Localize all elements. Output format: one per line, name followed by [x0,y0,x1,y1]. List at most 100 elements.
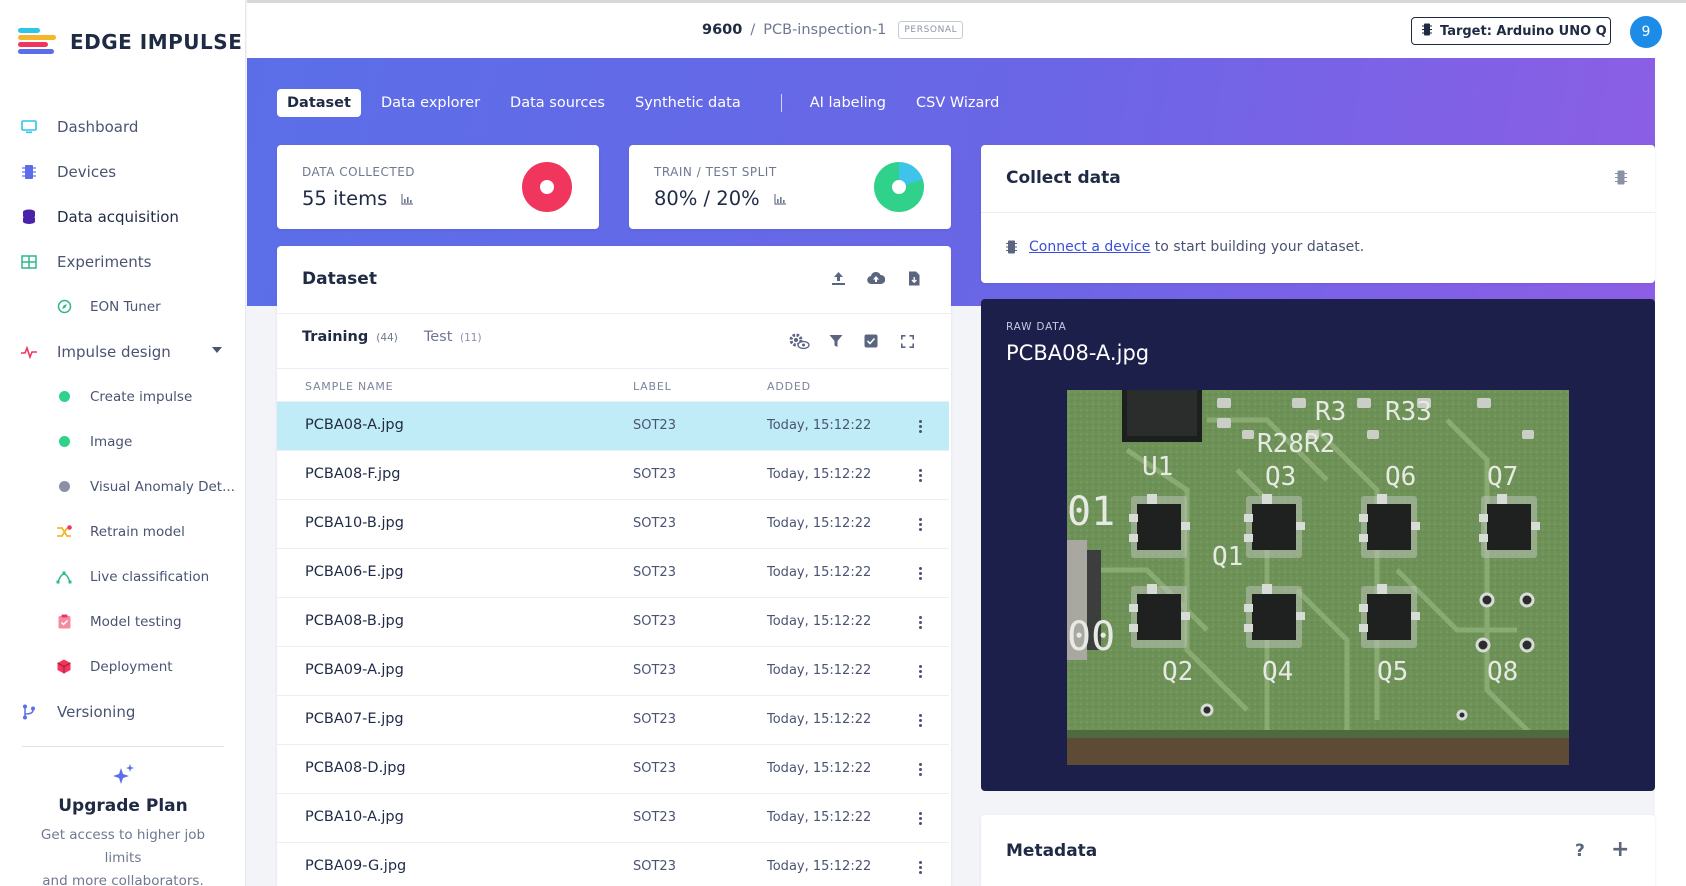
connect-device-link[interactable]: Connect a device [1029,239,1150,255]
project-name[interactable]: PCB-inspection-1 [763,22,886,38]
upload-icon[interactable] [828,268,848,288]
cloud-upload-icon[interactable] [866,268,886,288]
sidebar-item-image[interactable]: Image [0,419,246,464]
sidebar-item-deployment[interactable]: Deployment [0,644,246,689]
sample-label: SOT23 [633,467,676,482]
table-row[interactable]: PCBA07-E.jpg SOT23 Today, 15:12:22 [277,696,949,745]
sidebar-item-label: Model testing [90,613,182,630]
sample-name[interactable]: PCBA08-F.jpg [305,466,400,482]
bar-chart-icon[interactable] [774,187,786,210]
kebab-menu-icon[interactable] [913,661,927,681]
subtab-test[interactable]: Test (11) [424,329,482,345]
kebab-menu-icon[interactable] [913,808,927,828]
kebab-menu-icon[interactable] [913,416,927,436]
add-metadata-button[interactable]: + [1611,837,1629,862]
sidebar-item-live-classification[interactable]: Live classification [0,554,246,599]
table-row[interactable]: PCBA09-G.jpg SOT23 Today, 15:12:22 [277,843,949,886]
tab-csv-wizard[interactable]: CSV Wizard [906,89,1009,117]
collect-data-title: Collect data [1006,168,1121,188]
chip-icon[interactable] [1611,167,1631,187]
upgrade-plan-title[interactable]: Upgrade Plan [22,796,224,816]
project-id[interactable]: 9600 [702,22,742,38]
column-header-label[interactable]: LABEL [633,380,672,393]
expand-icon[interactable] [897,331,917,351]
sample-image[interactable]: R3 R33 R28R2 U1 Q3 Q6 Q7 01 Q1 00 Q2 Q4 … [1067,390,1569,765]
bar-chart-icon[interactable] [401,187,414,210]
user-avatar[interactable]: 9 [1630,16,1662,48]
status-dot-icon [56,434,72,450]
kebab-menu-icon[interactable] [913,857,927,877]
sample-name[interactable]: PCBA10-A.jpg [305,809,404,825]
table-row[interactable]: PCBA08-F.jpg SOT23 Today, 15:12:22 [277,451,949,500]
chevron-down-icon[interactable] [212,347,222,353]
sidebar-item-visual-anomaly[interactable]: Visual Anomaly Det... [0,464,246,509]
board-label: Q1 [1212,542,1243,572]
sample-added-time: Today, 15:12:22 [767,663,872,678]
sample-name[interactable]: PCBA09-G.jpg [305,858,406,874]
sidebar-item-versioning[interactable]: Versioning [0,689,246,734]
check-square-icon[interactable] [861,331,881,351]
sample-name[interactable]: PCBA07-E.jpg [305,711,404,727]
sample-name[interactable]: PCBA08-B.jpg [305,613,404,629]
sample-added-time: Today, 15:12:22 [767,418,872,433]
upgrade-plan-box[interactable]: Upgrade Plan Get access to higher job li… [22,762,224,886]
sample-label: SOT23 [633,418,676,433]
kebab-menu-icon[interactable] [913,612,927,632]
sample-added-time: Today, 15:12:22 [767,712,872,727]
sample-name[interactable]: PCBA06-E.jpg [305,564,404,580]
kebab-menu-icon[interactable] [913,710,927,730]
top-bar: 9600 / PCB-inspection-1 PERSONAL Target:… [247,0,1686,58]
sidebar-item-experiments[interactable]: Experiments [0,239,246,284]
board-label: Q5 [1377,657,1408,687]
table-row[interactable]: PCBA08-D.jpg SOT23 Today, 15:12:22 [277,745,949,794]
table-row[interactable]: PCBA10-A.jpg SOT23 Today, 15:12:22 [277,794,949,843]
data-acquisition-tabs: Dataset Data explorer Data sources Synth… [277,89,1019,117]
column-header-sample-name[interactable]: SAMPLE NAME [305,380,393,393]
subtab-count: (44) [376,332,398,344]
sidebar-item-eon-tuner[interactable]: EON Tuner [0,284,246,329]
data-collected-count: 55 items [302,187,388,210]
sample-name[interactable]: PCBA10-B.jpg [305,515,404,531]
table-row[interactable]: PCBA08-B.jpg SOT23 Today, 15:12:22 [277,598,949,647]
table-row[interactable]: PCBA06-E.jpg SOT23 Today, 15:12:22 [277,549,949,598]
tab-data-explorer[interactable]: Data explorer [371,89,490,117]
sidebar-item-devices[interactable]: Devices [0,149,246,194]
sample-label: SOT23 [633,761,676,776]
settings-eye-icon[interactable] [787,331,811,351]
monitor-icon [20,118,38,136]
board-label: Q7 [1487,462,1518,492]
collect-data-card: Collect data Connect a device to start b… [981,145,1655,283]
tab-synthetic-data[interactable]: Synthetic data [625,89,751,117]
tab-dataset[interactable]: Dataset [277,89,361,117]
sidebar-item-model-testing[interactable]: Model testing [0,599,246,644]
kebab-menu-icon[interactable] [913,465,927,485]
board-label: R33 [1385,397,1432,427]
filter-icon[interactable] [826,331,846,351]
sample-added-time: Today, 15:12:22 [767,859,872,874]
target-device-button[interactable]: Target: Arduino UNO Q (... [1411,17,1611,45]
file-download-icon[interactable] [904,268,924,288]
sidebar-item-label: Create impulse [90,388,193,405]
sidebar-item-data-acquisition[interactable]: Data acquisition [0,194,246,239]
kebab-menu-icon[interactable] [913,759,927,779]
subtab-training[interactable]: Training (44) [302,329,398,345]
table-row[interactable]: PCBA10-B.jpg SOT23 Today, 15:12:22 [277,500,949,549]
sidebar-item-impulse-design[interactable]: Impulse design [0,329,246,374]
sample-name[interactable]: PCBA08-D.jpg [305,760,406,776]
board-label: R28R2 [1257,429,1335,459]
table-row[interactable]: PCBA09-A.jpg SOT23 Today, 15:12:22 [277,647,949,696]
page-scrollbar[interactable] [1655,58,1686,886]
kebab-menu-icon[interactable] [913,514,927,534]
sidebar-item-create-impulse[interactable]: Create impulse [0,374,246,419]
sample-name[interactable]: PCBA09-A.jpg [305,662,404,678]
help-icon[interactable]: ? [1575,841,1585,861]
tab-ai-labeling[interactable]: AI labeling [800,89,896,117]
sample-name[interactable]: PCBA08-A.jpg [305,417,404,433]
table-row[interactable]: PCBA08-A.jpg SOT23 Today, 15:12:22 [277,402,949,451]
sidebar-item-retrain-model[interactable]: Retrain model [0,509,246,554]
column-header-added[interactable]: ADDED [767,380,811,393]
tab-data-sources[interactable]: Data sources [500,89,615,117]
kebab-menu-icon[interactable] [913,563,927,583]
brand-logo[interactable]: EDGE IMPULSE [18,28,242,56]
sidebar-item-dashboard[interactable]: Dashboard [0,104,246,149]
